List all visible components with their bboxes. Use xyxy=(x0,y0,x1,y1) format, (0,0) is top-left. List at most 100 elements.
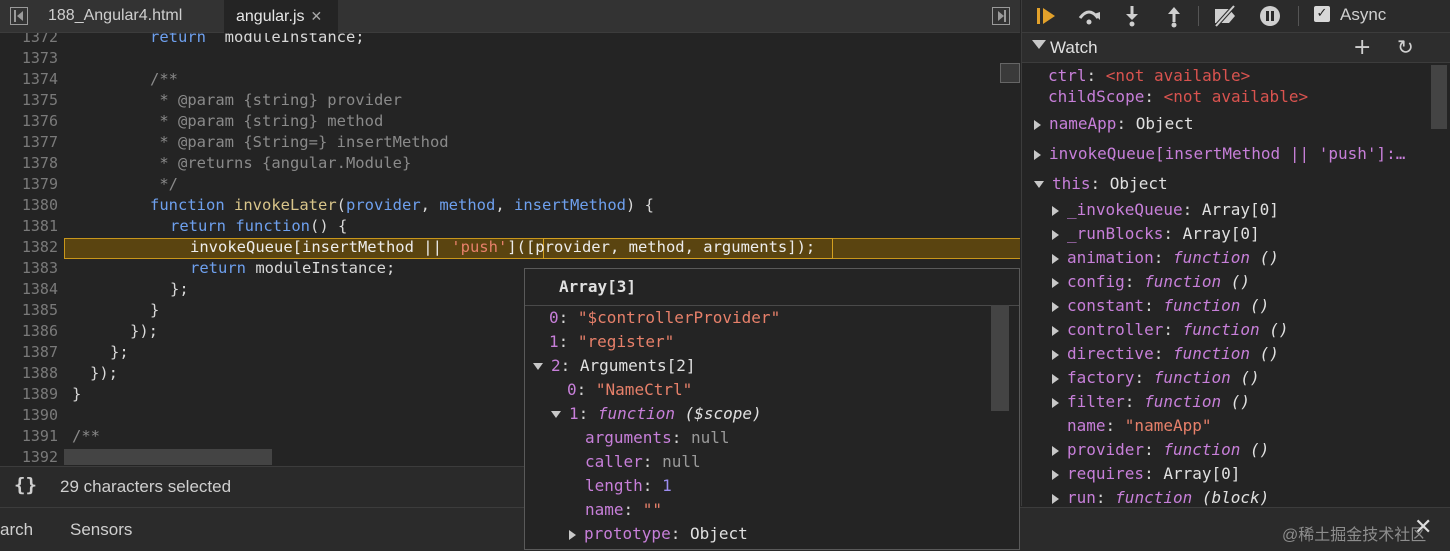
line-number: 1383 xyxy=(21,259,58,277)
toolbar-divider xyxy=(1198,6,1199,26)
popover-property[interactable]: 1: function ($scope) xyxy=(551,403,762,425)
popover-property[interactable]: caller: null xyxy=(585,451,701,473)
property-key: name xyxy=(1067,416,1106,435)
collapse-arrow-icon[interactable] xyxy=(1034,181,1044,188)
line-number: 1380 xyxy=(21,196,58,214)
expand-arrow-icon[interactable] xyxy=(1052,349,1059,360)
expand-arrow-icon[interactable] xyxy=(1034,149,1041,160)
popover-property[interactable]: 1: "register" xyxy=(549,331,674,353)
expand-arrow-icon[interactable] xyxy=(1034,119,1041,130)
async-checkbox[interactable]: ✓ xyxy=(1314,6,1330,22)
property-params: () xyxy=(1269,320,1289,339)
watch-expression[interactable]: this: Object xyxy=(1034,173,1168,195)
this-property[interactable]: controller: function () xyxy=(1052,319,1289,341)
collapse-arrow-icon[interactable] xyxy=(533,363,543,370)
step-into-icon[interactable] xyxy=(1119,4,1145,28)
code-line: 1372 return moduleInstance; xyxy=(0,33,1000,48)
expand-arrow-icon[interactable] xyxy=(1052,205,1059,216)
popover-property[interactable]: length: 1 xyxy=(585,475,672,497)
refresh-icon[interactable]: ↻ xyxy=(1397,35,1414,59)
popover-property[interactable]: prototype: Object xyxy=(569,523,748,545)
line-number: 1379 xyxy=(21,175,58,193)
line-number: 1372 xyxy=(21,33,58,46)
expand-arrow-icon[interactable] xyxy=(1052,301,1059,312)
line-number: 1391 xyxy=(21,427,58,445)
popover-scrollbar[interactable] xyxy=(991,305,1009,411)
property-key: config xyxy=(1067,272,1125,291)
this-property[interactable]: _runBlocks: Array[0] xyxy=(1052,223,1260,245)
close-drawer-icon[interactable]: ✕ xyxy=(1414,514,1432,540)
pretty-print-icon[interactable]: {} xyxy=(14,474,37,496)
property-value: function xyxy=(1144,272,1222,291)
popover-title: Array[3] xyxy=(559,277,637,296)
code-line: 1381 return function() { xyxy=(0,216,1000,237)
this-property[interactable]: factory: function () xyxy=(1052,367,1260,389)
expand-arrow-icon[interactable] xyxy=(1052,253,1059,264)
editor-vertical-scrollbar[interactable] xyxy=(1000,63,1020,83)
this-property[interactable]: name: "nameApp" xyxy=(1067,415,1212,437)
watch-expression[interactable]: childScope: <not available> xyxy=(1048,86,1308,108)
chevron-down-icon[interactable] xyxy=(1032,40,1046,49)
this-property[interactable]: directive: function () xyxy=(1052,343,1279,365)
expand-arrow-icon[interactable] xyxy=(1052,325,1059,336)
step-out-icon[interactable] xyxy=(1161,4,1187,28)
line-number: 1382 xyxy=(21,238,58,256)
this-property[interactable]: run: function (block) xyxy=(1052,487,1269,506)
this-property[interactable]: config: function () xyxy=(1052,271,1250,293)
collapse-arrow-icon[interactable] xyxy=(551,411,561,418)
tab-label: 188_Angular4.html xyxy=(48,7,183,24)
toolbar-divider xyxy=(1298,6,1299,26)
expand-arrow-icon[interactable] xyxy=(1052,445,1059,456)
deactivate-breakpoints-icon[interactable] xyxy=(1212,4,1238,28)
this-property[interactable]: requires: Array[0] xyxy=(1052,463,1240,485)
expand-arrow-icon[interactable] xyxy=(1052,397,1059,408)
popover-property[interactable]: arguments: null xyxy=(585,427,730,449)
expand-arrow-icon[interactable] xyxy=(1052,493,1059,504)
this-property[interactable]: constant: function () xyxy=(1052,295,1269,317)
pause-on-exceptions-icon[interactable] xyxy=(1257,4,1283,28)
popover-divider xyxy=(525,305,1019,306)
popover-property[interactable]: 2: Arguments[2] xyxy=(533,355,696,377)
this-property[interactable]: _invokeQueue: Array[0] xyxy=(1052,199,1279,221)
drawer-tab-sensors[interactable]: Sensors xyxy=(70,520,132,540)
this-property[interactable]: animation: function () xyxy=(1052,247,1279,269)
watch-scrollbar[interactable] xyxy=(1431,65,1447,129)
property-value: function xyxy=(1163,296,1241,315)
add-watch-icon[interactable]: + xyxy=(1353,35,1371,60)
line-number: 1378 xyxy=(21,154,58,172)
code-line: 1377 * @param {String=} insertMethod xyxy=(0,132,1000,153)
property-key: factory xyxy=(1067,368,1135,387)
popover-property[interactable]: 0: "NameCtrl" xyxy=(567,379,692,401)
step-over-icon[interactable] xyxy=(1076,4,1102,28)
property-value: function xyxy=(1153,368,1231,387)
code-line-paused: 1382 invokeQueue[insertMethod || 'push'](… xyxy=(0,237,1000,258)
expand-arrow-icon[interactable] xyxy=(1052,277,1059,288)
resume-icon[interactable] xyxy=(1034,4,1060,28)
expand-arrow-icon[interactable] xyxy=(1052,373,1059,384)
watch-expression[interactable]: nameApp: Object xyxy=(1034,113,1194,135)
expand-arrow-icon[interactable] xyxy=(1052,229,1059,240)
tab-188-angular4-html[interactable]: 188_Angular4.html xyxy=(36,0,222,32)
this-property[interactable]: provider: function () xyxy=(1052,439,1269,461)
editor-horizontal-scrollbar[interactable] xyxy=(64,449,272,465)
property-params: (block) xyxy=(1201,488,1270,506)
expand-arrow-icon[interactable] xyxy=(1052,469,1059,480)
watch-expression[interactable]: ctrl: <not available> xyxy=(1048,65,1250,87)
property-key: directive xyxy=(1067,344,1154,363)
selection-status: 29 characters selected xyxy=(60,477,232,496)
popover-property[interactable]: name: "" xyxy=(585,499,662,521)
property-key: filter xyxy=(1067,392,1125,411)
watermark: @稀土掘金技术社区 xyxy=(1282,527,1427,544)
popover-property[interactable]: 0: "$controllerProvider" xyxy=(549,307,780,329)
property-params: () xyxy=(1240,368,1260,387)
property-value: function xyxy=(1144,392,1222,411)
toggle-navigator-icon[interactable] xyxy=(10,7,28,25)
tab-angular-js[interactable]: angular.js ✕ xyxy=(224,0,338,33)
watch-expression[interactable]: invokeQueue[insertMethod || 'push']:… xyxy=(1034,143,1405,165)
drawer-tab-search[interactable]: arch xyxy=(0,520,33,540)
expand-arrow-icon[interactable] xyxy=(569,529,576,540)
tab-close-icon[interactable]: ✕ xyxy=(311,8,323,24)
this-property[interactable]: filter: function () xyxy=(1052,391,1250,413)
toggle-debugger-icon[interactable] xyxy=(992,7,1010,25)
watch-header[interactable]: Watch + ↻ xyxy=(1022,33,1450,63)
